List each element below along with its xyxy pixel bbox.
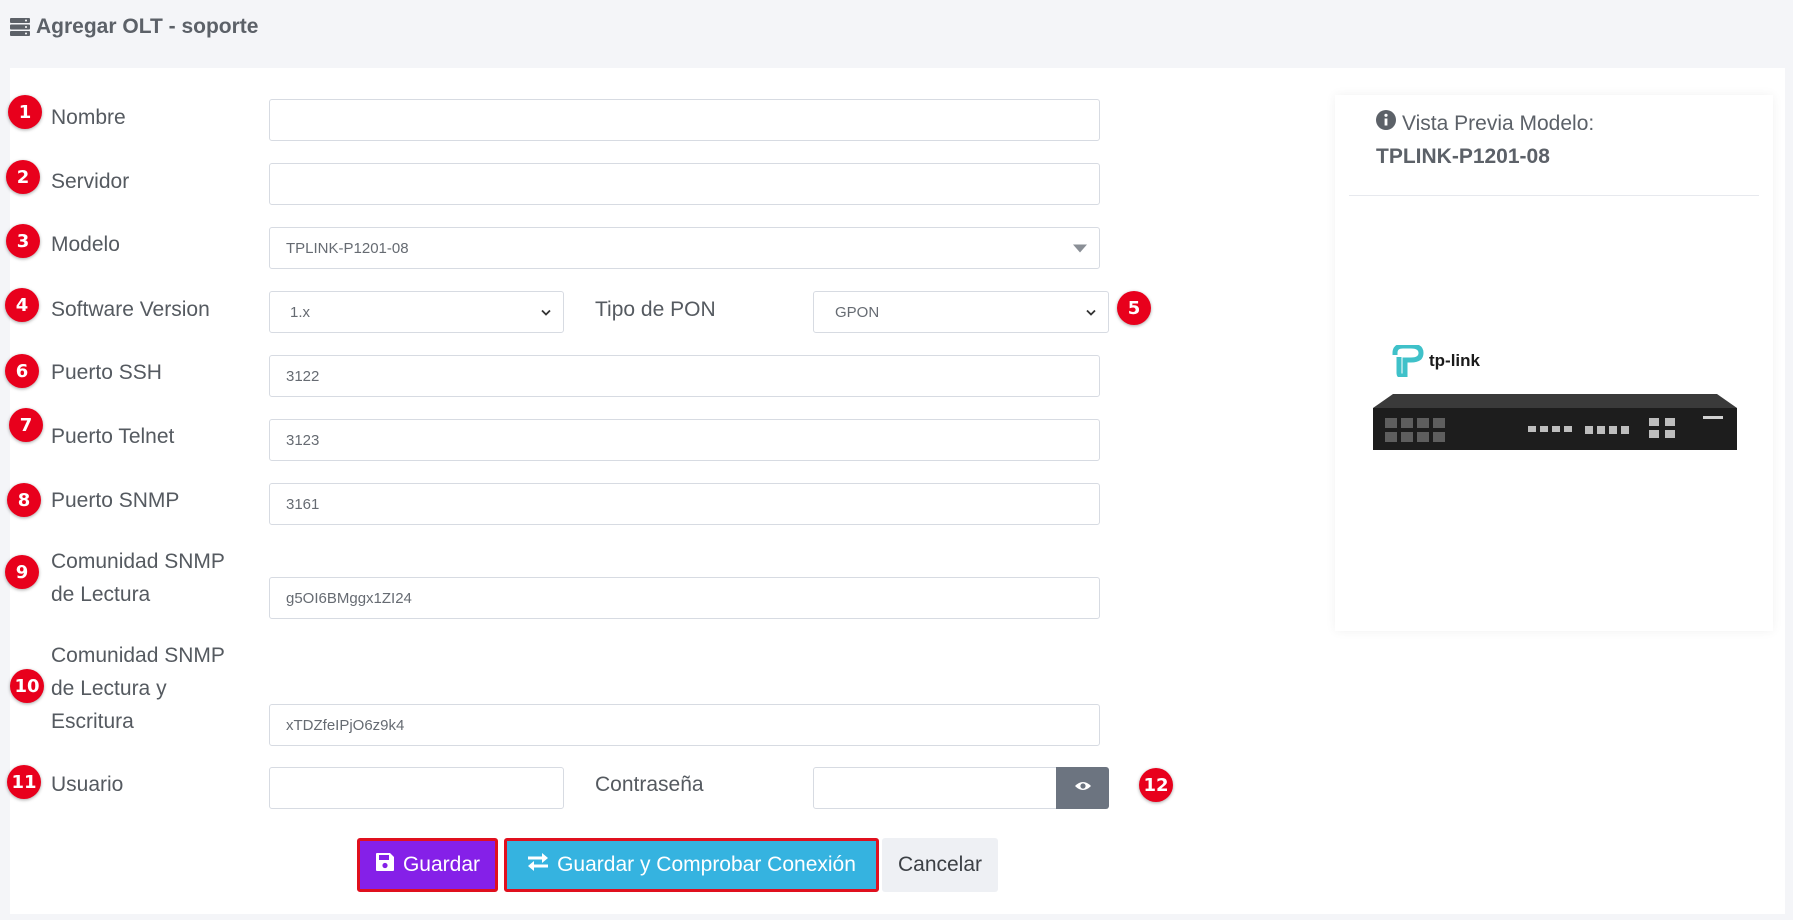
software-version-selected-value: 1.x [290,303,311,321]
usuario-input[interactable] [269,767,564,809]
modelo-selected-value: TPLINK-P1201-08 [286,239,409,257]
step-badge-3: 3 [6,224,40,258]
step-badge-5: 5 [1117,291,1151,325]
puerto-ssh-label: Puerto SSH [51,361,162,384]
server-icon [10,18,30,36]
puerto-telnet-input[interactable]: 3123 [269,419,1100,461]
comunidad-escritura-label-line1: Comunidad SNMP [51,644,225,667]
contrasena-label: Contraseña [595,773,704,796]
tipo-pon-select[interactable]: GPON [813,291,1109,333]
comunidad-escritura-label: Comunidad SNMP de Lectura y Escritura [51,639,225,738]
modelo-select[interactable]: TPLINK-P1201-08 [269,227,1100,269]
save-button[interactable]: Guardar [357,838,498,892]
step-badge-7: 7 [9,408,43,442]
tp-link-brand-text: tp-link [1429,351,1480,370]
caret-down-icon [1073,240,1087,257]
chevron-down-icon [1086,304,1096,321]
step-badge-12: 12 [1139,768,1173,802]
step-badge-4: 4 [5,288,39,322]
step-badge-8: 8 [7,483,41,517]
puerto-telnet-label: Puerto Telnet [51,425,175,448]
model-preview-panel: Vista Previa Modelo: TPLINK-P1201-08 tp-… [1335,95,1773,631]
save-and-check-button[interactable]: Guardar y Comprobar Conexión [504,838,879,892]
floppy-disk-icon [375,852,395,878]
step-badge-2: 2 [6,160,40,194]
tipo-pon-label: Tipo de PON [595,298,716,321]
contrasena-input[interactable] [813,767,1057,809]
preview-model-name: TPLINK-P1201-08 [1376,145,1550,168]
nombre-input[interactable] [269,99,1100,141]
info-circle-icon [1376,107,1396,140]
page-title: Agregar OLT - soporte [36,15,259,38]
usuario-label: Usuario [51,773,124,796]
preview-title: Vista Previa Modelo: [1376,107,1594,140]
olt-device-image [1373,394,1737,455]
save-button-label: Guardar [402,853,481,876]
servidor-input[interactable] [269,163,1100,205]
exchange-arrows-icon [527,852,549,878]
preview-title-text: Vista Previa Modelo: [1402,112,1595,135]
comunidad-lectura-label-line1: Comunidad SNMP [51,550,225,573]
step-badge-11: 11 [7,765,41,799]
puerto-ssh-input[interactable]: 3122 [269,355,1100,397]
comunidad-lectura-input[interactable]: g5OI6BMggx1ZI24 [269,577,1100,619]
comunidad-escritura-input[interactable]: xTDZfeIPjO6z9k4 [269,704,1100,746]
step-badge-6: 6 [5,354,39,388]
tipo-pon-selected-value: GPON [835,303,880,321]
tp-link-logo: tp-link [1391,345,1480,377]
toggle-password-button[interactable] [1056,767,1109,809]
software-version-select[interactable]: 1.x [269,291,564,333]
save-and-check-button-label: Guardar y Comprobar Conexión [557,853,856,876]
chevron-down-icon [541,304,551,321]
page-header: Agregar OLT - soporte [10,12,258,42]
preview-divider [1349,195,1759,196]
servidor-label: Servidor [51,170,130,193]
comunidad-escritura-label-line2: de Lectura y [51,677,167,700]
comunidad-escritura-label-line3: Escritura [51,710,134,733]
comunidad-lectura-label-line2: de Lectura [51,583,151,606]
eye-icon [1074,779,1092,797]
modelo-label: Modelo [51,233,120,256]
step-badge-9: 9 [5,555,39,589]
software-version-label: Software Version [51,298,210,321]
step-badge-10: 10 [10,669,44,703]
cancel-button[interactable]: Cancelar [882,838,998,892]
nombre-label: Nombre [51,106,126,129]
puerto-snmp-input[interactable]: 3161 [269,483,1100,525]
puerto-snmp-label: Puerto SNMP [51,489,180,512]
comunidad-lectura-label: Comunidad SNMP de Lectura [51,545,225,611]
step-badge-1: 1 [8,95,42,129]
